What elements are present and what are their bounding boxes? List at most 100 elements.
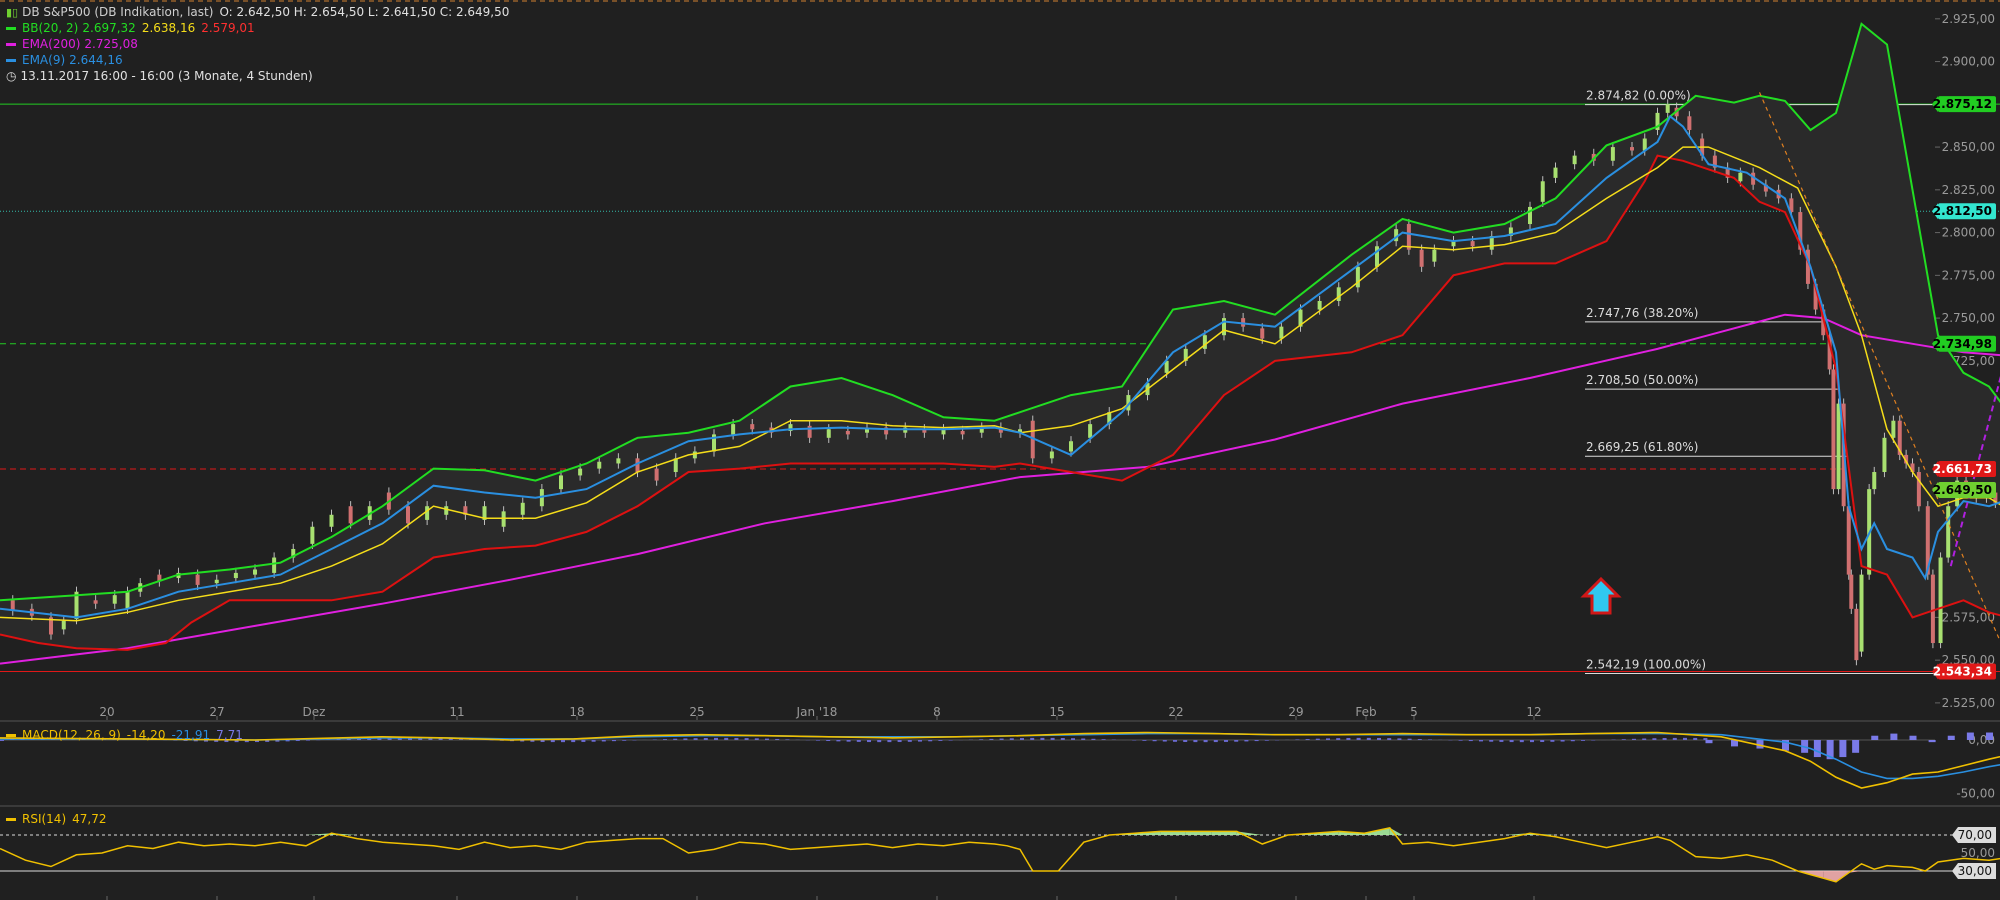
macd-hist-bar xyxy=(459,739,463,740)
macd-hist-bar xyxy=(1020,738,1024,740)
macd-hist-bar xyxy=(1540,740,1545,743)
candle-body xyxy=(1916,472,1921,507)
candle-body xyxy=(93,600,98,604)
candle-body xyxy=(1279,326,1284,339)
macd-hist-bar xyxy=(785,739,790,740)
macd-hist-bar xyxy=(1489,740,1494,742)
candle-body xyxy=(1470,241,1475,247)
macd-hist-bar xyxy=(693,738,698,740)
macd-label: MACD(12, 26, 9) xyxy=(22,728,121,742)
rsi-legend: RSI(14) 47,72 xyxy=(6,812,107,826)
rsi-zone-fill xyxy=(1389,827,1403,835)
ema200-label: EMA(200) xyxy=(22,37,81,51)
candle-body xyxy=(125,591,130,609)
rsi-line xyxy=(0,826,2000,883)
macd-hist-bar xyxy=(938,740,943,741)
macd-hist-bar xyxy=(1366,737,1371,740)
fib-level-label: 2.669,25 (61.80%) xyxy=(1586,440,1698,454)
candle-body xyxy=(960,430,965,435)
candle-body xyxy=(406,506,410,524)
macd-hist-bar xyxy=(663,739,667,740)
macd-hist-bar xyxy=(1295,739,1300,740)
candle-body xyxy=(253,569,257,575)
fib-level-label: 2.708,50 (50.00%) xyxy=(1586,373,1698,387)
macd-hist-bar xyxy=(683,738,688,740)
macd-hist-bar xyxy=(856,740,861,742)
macd-hist-bar xyxy=(1234,740,1239,742)
macd-hist-bar xyxy=(1142,740,1147,741)
macd-hist-bar xyxy=(1417,739,1422,740)
macd-value-2: -21,91 xyxy=(171,728,211,742)
macd-hist-bar xyxy=(612,740,616,742)
candle-body xyxy=(425,506,430,520)
x-tick-label: 18 xyxy=(569,705,584,719)
fib-level-label: 2.542,19 (100.00%) xyxy=(1586,657,1706,671)
candle-body xyxy=(444,506,449,515)
macd-hist-bar xyxy=(999,738,1004,740)
macd-hist-bar xyxy=(1050,737,1055,740)
candle-body xyxy=(214,579,219,584)
candle-body xyxy=(1049,451,1054,459)
macd-hist-bar xyxy=(826,740,831,742)
rsi-axis-label: 70,00 xyxy=(1958,828,1992,842)
candle-body xyxy=(112,595,117,604)
macd-hist-bar xyxy=(1890,733,1898,740)
macd-hist-bar xyxy=(1326,738,1330,740)
candle-body xyxy=(501,511,506,527)
macd-hist-bar xyxy=(1871,735,1879,740)
macd-hist-bar xyxy=(1632,738,1636,740)
x-tick-label: Feb xyxy=(1355,705,1376,719)
x-tick-label: 15 xyxy=(1049,705,1064,719)
ema9-swatch-icon xyxy=(6,59,16,62)
candle-body xyxy=(520,502,525,515)
rsi-label: RSI(14) xyxy=(22,812,67,826)
y-tick-label: 2.750,00 xyxy=(1942,311,1995,325)
candle-body xyxy=(1665,104,1670,113)
candle-body xyxy=(845,430,850,435)
macd-hist-bar xyxy=(601,740,606,742)
macd-hist-bar xyxy=(714,737,718,740)
macd-hist-bar xyxy=(550,740,555,743)
candle-body xyxy=(616,458,621,464)
macd-hist-bar xyxy=(897,740,902,743)
candle-body xyxy=(559,475,563,490)
macd-hist-bar xyxy=(673,738,678,740)
macd-hist-bar xyxy=(867,740,871,743)
candle-body xyxy=(1572,155,1577,165)
x-tick-label: Jan '18 xyxy=(796,705,838,719)
macd-hist-bar xyxy=(1203,740,1208,743)
candle-body xyxy=(1891,420,1896,438)
bb-label: BB(20, 2) xyxy=(22,21,79,35)
candle-body xyxy=(578,468,583,476)
macd-axis-label: -50,00 xyxy=(1956,786,1995,800)
candle-body xyxy=(1406,224,1411,250)
candle-body xyxy=(1610,147,1615,161)
macd-hist-bar xyxy=(744,738,749,740)
candle-body xyxy=(310,526,315,544)
macd-hist-bar xyxy=(724,737,729,740)
macd-hist-bar xyxy=(1305,739,1310,740)
macd-hist-bar xyxy=(1986,732,1993,740)
candle-body xyxy=(233,572,238,579)
candle-body xyxy=(1336,287,1341,301)
price-tag-label: 2.649,50 xyxy=(1933,483,1992,497)
ema9-value: 2.644,16 xyxy=(69,53,123,67)
candle-body xyxy=(1553,167,1558,178)
macd-hist-bar xyxy=(306,740,310,741)
macd-hist-bar xyxy=(1336,738,1341,740)
y-tick-label: 2.800,00 xyxy=(1942,226,1995,240)
candle-body xyxy=(1882,437,1887,473)
candle-body xyxy=(348,506,353,524)
macd-hist-bar xyxy=(1621,739,1626,740)
macd-hist-bar xyxy=(581,740,586,742)
macd-hist-bar xyxy=(1356,737,1361,740)
candle-body xyxy=(1540,181,1545,202)
macd-hist-bar xyxy=(1550,740,1555,742)
macd-hist-bar xyxy=(816,740,820,741)
x-tick-label: 22 xyxy=(1168,705,1183,719)
candle-body xyxy=(1872,472,1877,490)
candle-body xyxy=(1419,249,1424,267)
macd-hist-bar xyxy=(1264,740,1269,741)
macd-hist-bar xyxy=(1662,738,1667,740)
candle-body xyxy=(272,557,277,573)
